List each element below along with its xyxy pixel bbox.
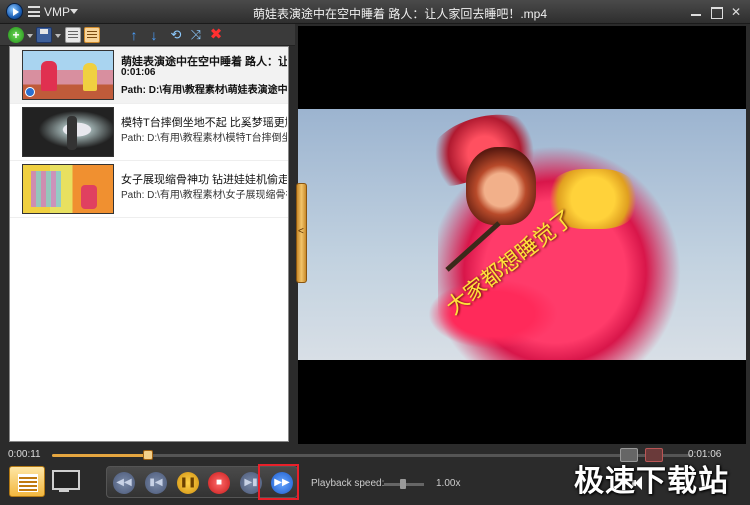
delete-icon[interactable]: ✖: [208, 27, 224, 43]
video-frame: 大家都想睡觉了: [298, 109, 746, 360]
previous-button[interactable]: ▮◀: [145, 472, 167, 494]
maximize-button[interactable]: [708, 4, 724, 20]
current-time: 0:00:11: [8, 449, 41, 460]
playlist-item-title: 模特T台摔倒坐地不起 比奚梦瑶更尴尬: [121, 117, 287, 129]
video-thumbnail: [22, 50, 114, 100]
playback-speed-handle[interactable]: [400, 479, 406, 489]
playlist-item-path: Path: D:\有用\教程素材\模特T台摔倒坐地不起: [121, 133, 287, 144]
list-view-icon[interactable]: [65, 27, 81, 43]
detail-view-icon[interactable]: [84, 27, 100, 43]
shuffle-icon[interactable]: ⤨: [188, 27, 204, 43]
rewind-button[interactable]: ◀◀: [113, 472, 135, 494]
video-figure-head: [466, 147, 536, 225]
playback-speed-label: Playback speed:: [311, 478, 385, 489]
watermark-logo: 极速下载站: [574, 464, 729, 499]
title-bar: VMP 萌娃表演途中在空中睡着 路人：让人家回去睡吧！.mp4 ✕: [0, 0, 750, 24]
highlight-box: [258, 464, 299, 500]
app-logo-icon: [6, 3, 23, 20]
add-dropdown-chevron-icon[interactable]: [27, 34, 33, 38]
window-title: 萌娃表演途中在空中睡着 路人：让人家回去睡吧！.mp4: [252, 7, 547, 21]
playlist-item[interactable]: 女子展现缩骨神功 钻进娃娃机偷走8个娃娃 Path: D:\有用\教程素材\女子…: [10, 161, 288, 218]
arrow-up-icon[interactable]: ↑: [126, 27, 142, 43]
panel-collapse-handle[interactable]: [296, 183, 307, 283]
seek-progress: [52, 454, 148, 457]
playlist-panel: 萌娃表演途中在空中睡着 路人：让人家回去睡吧！ 0:01:06 Path: D:…: [9, 46, 289, 442]
seek-handle[interactable]: [143, 450, 153, 460]
video-display[interactable]: 大家都想睡觉了: [298, 26, 746, 444]
repeat-icon[interactable]: ⟲: [168, 27, 184, 43]
video-thumbnail: [22, 164, 114, 214]
app-menu-button[interactable]: VMP: [44, 5, 70, 19]
playlist-item[interactable]: 模特T台摔倒坐地不起 比奚梦瑶更尴尬 Path: D:\有用\教程素材\模特T台…: [10, 104, 288, 161]
minimize-button[interactable]: [688, 4, 704, 20]
close-button[interactable]: ✕: [728, 4, 744, 20]
playlist-item-path: Path: D:\有用\教程素材\女子展现缩骨神功: [121, 190, 287, 201]
video-view-button[interactable]: [50, 468, 80, 494]
play-badge-icon: [25, 87, 35, 97]
playlist-toolbar: + ↑ ↓ ⟲ ⤨ ✖: [0, 24, 295, 46]
save-icon[interactable]: [36, 27, 52, 43]
playlist-item-duration: 0:01:06: [121, 67, 156, 78]
menu-icon[interactable]: [28, 6, 40, 17]
add-icon[interactable]: +: [8, 27, 24, 43]
chevron-down-icon[interactable]: [70, 9, 78, 14]
stop-button[interactable]: ■: [208, 472, 230, 494]
playlist-item-title: 女子展现缩骨神功 钻进娃娃机偷走8个娃娃: [121, 174, 287, 186]
playlist-item[interactable]: 萌娃表演途中在空中睡着 路人：让人家回去睡吧！ 0:01:06 Path: D:…: [10, 47, 288, 104]
arrow-down-icon[interactable]: ↓: [146, 27, 162, 43]
video-thumbnail: [22, 107, 114, 157]
playback-speed-value: 1.00x: [436, 478, 461, 489]
playlist-item-path: Path: D:\有用\教程素材\萌娃表演途中在空中睡着: [121, 85, 287, 96]
save-dropdown-chevron-icon[interactable]: [55, 34, 61, 38]
pause-button[interactable]: ❚❚: [177, 472, 199, 494]
playlist-view-button[interactable]: [9, 466, 45, 497]
